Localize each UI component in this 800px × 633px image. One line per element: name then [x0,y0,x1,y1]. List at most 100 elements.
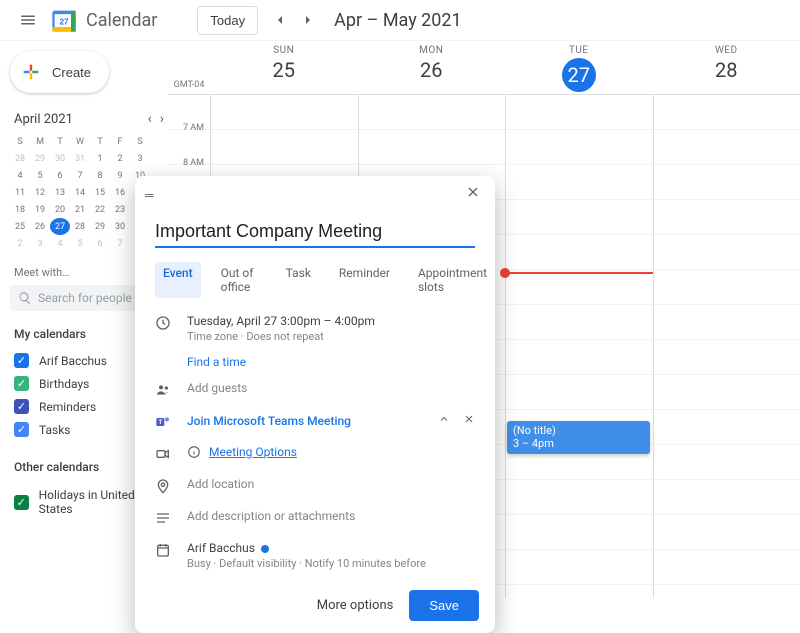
close-button[interactable] [459,182,487,207]
prev-period-button[interactable] [266,6,294,34]
checkbox-icon[interactable]: ✓ [14,495,29,510]
event-type-tab[interactable]: Event [155,262,201,298]
mini-date[interactable]: 6 [50,167,70,184]
calendar-label: Birthdays [39,377,89,391]
calendar-label: Arif Bacchus [39,354,107,368]
mini-date[interactable]: 20 [50,201,70,218]
svg-text:T: T [158,419,162,426]
day-header[interactable]: WED28 [653,41,800,94]
mini-date[interactable]: 22 [90,201,110,218]
event-block[interactable]: (No title) 3 – 4pm [507,421,650,454]
app-title: Calendar [86,10,157,31]
mini-date[interactable]: 12 [30,184,50,201]
mini-next-button[interactable]: › [158,111,166,127]
collapse-conferencing-button[interactable] [438,414,450,428]
mini-date[interactable]: 3 [30,235,50,252]
day-number: 28 [653,58,800,82]
find-time-link[interactable]: Find a time [187,355,246,369]
mini-date[interactable]: 31 [70,150,90,167]
event-type-tab[interactable]: Appointment slots [410,262,495,298]
info-icon [187,445,201,459]
hamburger-menu-button[interactable] [8,0,48,40]
mini-date[interactable]: 18 [10,201,30,218]
add-guests-field[interactable]: Add guests [187,381,475,395]
other-calendars-header[interactable]: Other calendars [14,460,99,474]
checkbox-icon[interactable]: ✓ [14,353,29,368]
timezone-repeat[interactable]: Time zone · Does not repeat [187,330,475,343]
event-title: (No title) [513,424,644,437]
remove-conferencing-button[interactable] [463,414,475,428]
mini-date[interactable]: 21 [70,201,90,218]
day-header[interactable]: SUN25 [210,41,358,94]
mini-date[interactable]: 1 [90,150,110,167]
mini-date[interactable]: 7 [70,167,90,184]
checkbox-icon[interactable]: ✓ [14,399,29,414]
mini-date[interactable]: 30 [50,150,70,167]
my-calendars-header[interactable]: My calendars [14,327,86,341]
mini-date[interactable]: 19 [30,201,50,218]
mini-date[interactable]: 6 [90,235,110,252]
event-type-tab[interactable]: Reminder [331,262,398,298]
save-button[interactable]: Save [409,590,479,621]
mini-date[interactable]: 3 [130,150,150,167]
mini-prev-button[interactable]: ‹ [146,111,154,127]
create-label: Create [52,65,91,80]
day-header[interactable]: MON26 [358,41,506,94]
mini-date[interactable]: 30 [110,218,130,235]
mini-date[interactable]: 7 [110,235,130,252]
availability-line[interactable]: Busy · Default visibility · Notify 10 mi… [187,557,475,570]
mini-dow: T [50,133,70,150]
mini-date[interactable]: 25 [10,218,30,235]
calendar-label: Reminders [39,400,96,414]
mini-dow: S [10,133,30,150]
mini-date[interactable]: 14 [70,184,90,201]
mini-date[interactable]: 27 [50,218,70,235]
mini-date[interactable]: 28 [70,218,90,235]
day-number: 26 [358,58,506,82]
mini-date[interactable]: 11 [10,184,30,201]
mini-date[interactable]: 4 [50,235,70,252]
organizer-name[interactable]: Arif Bacchus [187,541,255,555]
add-location-field[interactable]: Add location [187,477,475,491]
drag-handle-icon[interactable]: ═ [145,188,156,202]
teams-join-link[interactable]: Join Microsoft Teams Meeting [187,414,351,428]
mini-date[interactable]: 26 [30,218,50,235]
meeting-options-link[interactable]: Meeting Options [209,445,297,459]
hour-label: 8 AM [168,158,210,168]
mini-date[interactable]: 29 [90,218,110,235]
checkbox-icon[interactable]: ✓ [14,422,29,437]
mini-date[interactable]: 8 [90,167,110,184]
mini-date[interactable]: 2 [10,235,30,252]
mini-date[interactable]: 15 [90,184,110,201]
close-icon [465,184,481,200]
mini-dow: W [70,133,90,150]
event-type-tab[interactable]: Task [278,262,319,298]
today-button[interactable]: Today [197,6,258,35]
svg-text:27: 27 [59,18,69,27]
event-type-tab[interactable]: Out of office [213,262,266,298]
mini-date[interactable]: 29 [30,150,50,167]
checkbox-icon[interactable]: ✓ [14,376,29,391]
more-options-button[interactable]: More options [317,598,394,613]
mini-date[interactable]: 23 [110,201,130,218]
mini-date[interactable]: 2 [110,150,130,167]
mini-date[interactable]: 13 [50,184,70,201]
mini-dow: M [30,133,50,150]
menu-icon [19,11,37,29]
event-title-input[interactable] [155,219,475,248]
mini-date[interactable]: 4 [10,167,30,184]
mini-dow: T [90,133,110,150]
create-button[interactable]: Create [10,51,109,93]
mini-date[interactable]: 16 [110,184,130,201]
day-header[interactable]: TUE27 [505,41,653,94]
next-period-button[interactable] [294,6,322,34]
event-datetime[interactable]: Tuesday, April 27 3:00pm – 4:00pm [187,314,475,328]
add-description-field[interactable]: Add description or attachments [187,509,475,523]
mini-date[interactable]: 28 [10,150,30,167]
mini-date[interactable]: 5 [30,167,50,184]
plus-icon [20,61,42,83]
teams-icon: T [155,414,173,433]
mini-date[interactable]: 5 [70,235,90,252]
mini-date[interactable]: 9 [110,167,130,184]
day-number: 27 [562,58,596,92]
